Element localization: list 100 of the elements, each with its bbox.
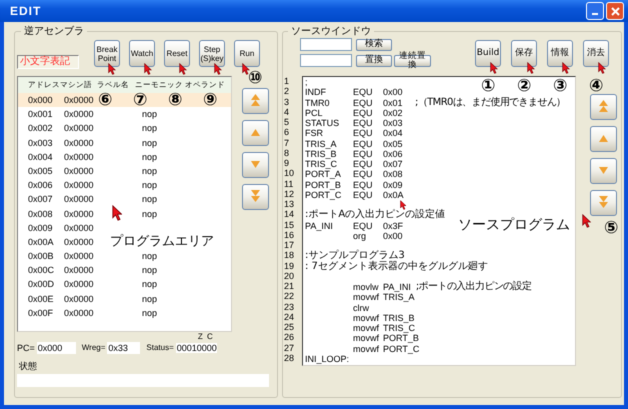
- code-operand: PORT_C: [383, 344, 420, 354]
- code-operand: 0x08: [383, 169, 404, 180]
- status-field[interactable]: 00010000: [176, 343, 217, 353]
- list-row[interactable]: 0x009 0x0000: [18, 220, 231, 235]
- tool-button[interactable]: Reset: [164, 40, 190, 67]
- code-label: PA_INI: [305, 220, 334, 231]
- search-button[interactable]: 検索: [356, 38, 392, 50]
- mnemonic-cell-text: nop: [142, 250, 158, 264]
- mnemonic-cell-text: nop: [142, 264, 158, 278]
- line-number: 16: [284, 230, 296, 240]
- list-row[interactable]: 0x00A 0x0000 プログラムエリア: [18, 234, 231, 250]
- line-number: 22: [284, 291, 296, 302]
- callout-number: ③: [553, 78, 568, 95]
- mnemonic-cell-text: nop: [142, 208, 158, 221]
- machine-code-cell-text: 0x0000: [64, 108, 95, 122]
- line-number: 25: [284, 322, 296, 332]
- replace-field[interactable]: [300, 54, 352, 67]
- scroll-button[interactable]: [590, 126, 617, 152]
- code-comment: ;（TMR0は、まだ使用できません）: [415, 98, 567, 108]
- code-label: TRIS_A: [305, 138, 338, 149]
- line-number: 4: [284, 106, 290, 117]
- list-row[interactable]: 0x00F 0x0000 nop: [18, 306, 231, 320]
- mnemonic-cell-text: nop: [142, 292, 158, 306]
- code-editor[interactable]: [302, 76, 576, 366]
- code-instruction: EQU: [353, 169, 374, 180]
- scroll-button[interactable]: [242, 184, 269, 210]
- mnemonic-cell-text: nop: [142, 193, 158, 206]
- window-title: EDIT: [10, 4, 42, 18]
- line-number: 7: [284, 138, 290, 148]
- code-label: PORT_B: [305, 180, 342, 190]
- minimize-button[interactable]: [586, 2, 604, 20]
- tool-button[interactable]: Build: [475, 40, 501, 67]
- code-comment: : 7セグメント表示器の中をグルグル廻す: [305, 262, 489, 272]
- mnemonic-cell-text: nop: [142, 108, 158, 122]
- scroll-button[interactable]: [242, 152, 269, 178]
- mnemonic-cell-text: nop: [142, 136, 158, 150]
- pc-field[interactable]: 0x000: [36, 342, 76, 354]
- state-label: 状態: [19, 360, 38, 373]
- list-row[interactable]: 0x00C 0x0000 nop: [18, 263, 231, 278]
- list-row[interactable]: 0x00D 0x0000 nop: [18, 277, 231, 292]
- list-row[interactable]: 0x004 0x0000 nop: [18, 150, 231, 164]
- list-row[interactable]: 0x002 0x0000 nop: [18, 121, 231, 136]
- code-instruction: EQU: [353, 190, 374, 200]
- mnemonic-cell-text: nop: [142, 306, 158, 320]
- tool-button[interactable]: Watch: [129, 40, 155, 67]
- tool-button[interactable]: Break Point: [94, 40, 120, 67]
- machine-code-cell-text: 0x0000: [64, 222, 95, 235]
- list-row[interactable]: 0x007 0x0000 nop: [18, 192, 231, 206]
- tool-button[interactable]: Run: [234, 40, 260, 67]
- code-instruction: EQU: [353, 118, 374, 128]
- address-cell-text: 0x00D: [28, 278, 56, 292]
- pointer-icon: [214, 63, 222, 75]
- list-row[interactable]: 0x00E 0x0000 nop: [18, 292, 231, 306]
- pointer-icon: [490, 62, 498, 74]
- scroll-button[interactable]: [590, 94, 617, 120]
- pointer-icon: [582, 214, 592, 228]
- code-instruction: clrw: [353, 302, 370, 313]
- code-instruction: EQU: [353, 128, 374, 138]
- close-button[interactable]: [606, 2, 624, 20]
- address-cell-text: 0x007: [28, 193, 54, 206]
- line-number: 12: [284, 188, 296, 199]
- line-number: 19: [284, 260, 296, 271]
- tool-button[interactable]: 消去: [583, 40, 609, 67]
- code-instruction: EQU: [353, 159, 374, 170]
- tool-button[interactable]: 情報: [547, 40, 573, 67]
- pointer-icon: [144, 63, 152, 75]
- status-label: Status=: [146, 342, 174, 354]
- address-cell-text: 0x004: [28, 150, 54, 164]
- list-row[interactable]: 0x008 0x0000 nop: [18, 206, 231, 221]
- list-row[interactable]: 0x006 0x0000 nop: [18, 178, 231, 192]
- replace-button[interactable]: 置換: [356, 54, 392, 66]
- scroll-button[interactable]: [590, 190, 617, 216]
- line-number: 9: [284, 158, 290, 168]
- address-cell-text: 0x000: [28, 94, 54, 107]
- address-cell-text: 0x003: [28, 136, 54, 150]
- list-row[interactable]: 0x00B 0x0000 nop: [18, 249, 231, 264]
- machine-code-cell-text: 0x0000: [64, 136, 95, 150]
- pointer-icon: [179, 63, 187, 75]
- list-row[interactable]: 0x001 0x0000 nop: [18, 107, 231, 122]
- scroll-button[interactable]: [242, 88, 269, 114]
- state-field[interactable]: [17, 374, 269, 387]
- machine-code-cell-text: 0x0000: [64, 306, 95, 320]
- list-row[interactable]: 0x005 0x0000 nop: [18, 164, 231, 178]
- address-cell-text: 0x009: [28, 222, 54, 235]
- callout-number: ⑥: [98, 92, 112, 109]
- up-arrow-icon: [250, 129, 261, 137]
- machine-code-cell-text: 0x0000: [64, 164, 95, 178]
- tool-button[interactable]: 保存: [511, 40, 537, 67]
- code-operand: 0x00: [383, 87, 404, 98]
- code-label: ;: [305, 77, 309, 88]
- scroll-button[interactable]: [242, 120, 269, 146]
- tool-button[interactable]: Step (S)key: [199, 40, 225, 67]
- list-row[interactable]: 0x003 0x0000 nop: [18, 136, 231, 150]
- mnemonic-cell-text: nop: [142, 179, 158, 192]
- wreg-field[interactable]: 0x33: [107, 342, 140, 354]
- line-number: 3: [284, 96, 290, 107]
- scroll-button[interactable]: [590, 158, 617, 184]
- pointer-icon: [108, 63, 116, 75]
- pointer-icon: [400, 200, 406, 210]
- search-field[interactable]: [300, 38, 352, 51]
